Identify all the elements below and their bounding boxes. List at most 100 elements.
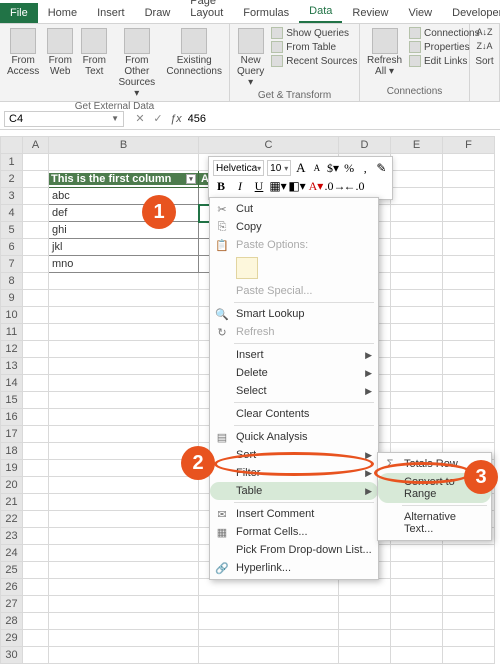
- sort-az-button[interactable]: A↓Z: [474, 26, 494, 38]
- existing-connections-button[interactable]: Existing Connections: [163, 26, 225, 79]
- row-header[interactable]: 9: [1, 290, 23, 307]
- cell[interactable]: [23, 154, 49, 171]
- cell[interactable]: [443, 613, 495, 630]
- cell[interactable]: [23, 562, 49, 579]
- row-header[interactable]: 3: [1, 188, 23, 205]
- tab-developer[interactable]: Developer: [442, 3, 500, 23]
- cell[interactable]: [443, 545, 495, 562]
- cell[interactable]: [443, 307, 495, 324]
- select-all-corner[interactable]: [1, 137, 23, 154]
- row-header[interactable]: 14: [1, 375, 23, 392]
- cell[interactable]: [443, 154, 495, 171]
- cell[interactable]: [199, 647, 339, 664]
- tab-data[interactable]: Data: [299, 1, 342, 23]
- row-header[interactable]: 24: [1, 545, 23, 562]
- tab-formulas[interactable]: Formulas: [233, 3, 299, 23]
- format-painter-icon[interactable]: ✎: [375, 160, 388, 176]
- new-query-button[interactable]: New Query ▾: [234, 26, 267, 90]
- cell[interactable]: [443, 409, 495, 426]
- cell[interactable]: [391, 409, 443, 426]
- cell[interactable]: [391, 647, 443, 664]
- row-header[interactable]: 17: [1, 426, 23, 443]
- row-header[interactable]: 10: [1, 307, 23, 324]
- cell[interactable]: [49, 154, 199, 171]
- cell[interactable]: [443, 341, 495, 358]
- cell[interactable]: [391, 358, 443, 375]
- cell[interactable]: [49, 511, 199, 528]
- row-header[interactable]: 12: [1, 341, 23, 358]
- row-header[interactable]: 5: [1, 222, 23, 239]
- row-header[interactable]: 6: [1, 239, 23, 256]
- sort-za-button[interactable]: Z↓A: [474, 40, 494, 52]
- font-size-select[interactable]: 10▾: [267, 160, 291, 176]
- from-access-button[interactable]: From Access: [4, 26, 42, 79]
- cell[interactable]: [23, 375, 49, 392]
- cell[interactable]: [391, 375, 443, 392]
- col-header-c[interactable]: C: [199, 137, 339, 154]
- tab-file[interactable]: File: [0, 3, 38, 23]
- formula-input[interactable]: [182, 112, 500, 126]
- cell[interactable]: [23, 426, 49, 443]
- comma-format-button[interactable]: ,: [359, 160, 372, 176]
- cell[interactable]: [49, 324, 199, 341]
- ctx-table[interactable]: Table▶: [210, 482, 378, 500]
- cell[interactable]: [443, 188, 495, 205]
- recent-sources-button[interactable]: Recent Sources: [269, 54, 359, 68]
- cell[interactable]: [23, 545, 49, 562]
- cell[interactable]: [49, 341, 199, 358]
- cell[interactable]: [391, 562, 443, 579]
- cell[interactable]: [23, 511, 49, 528]
- row-header[interactable]: 4: [1, 205, 23, 222]
- cell[interactable]: [443, 205, 495, 222]
- row-header[interactable]: 11: [1, 324, 23, 341]
- cell[interactable]: [391, 426, 443, 443]
- cell[interactable]: [391, 307, 443, 324]
- row-header[interactable]: 13: [1, 358, 23, 375]
- cell[interactable]: [391, 171, 443, 188]
- ctx-copy[interactable]: ⎘Copy: [210, 218, 378, 236]
- row-header[interactable]: 7: [1, 256, 23, 273]
- cell[interactable]: [23, 409, 49, 426]
- col-header-d[interactable]: D: [339, 137, 391, 154]
- cell[interactable]: [443, 596, 495, 613]
- cell[interactable]: [443, 290, 495, 307]
- cell[interactable]: [23, 630, 49, 647]
- cell[interactable]: [391, 324, 443, 341]
- decrease-decimal-button[interactable]: ←.0: [346, 178, 362, 194]
- cell[interactable]: [443, 239, 495, 256]
- show-queries-button[interactable]: Show Queries: [269, 26, 359, 40]
- cell[interactable]: [339, 630, 391, 647]
- cell[interactable]: [23, 290, 49, 307]
- ctx-filter[interactable]: Filter▶: [210, 464, 378, 482]
- cell[interactable]: [391, 290, 443, 307]
- cell[interactable]: [49, 579, 199, 596]
- bold-button[interactable]: B: [213, 178, 229, 194]
- refresh-all-button[interactable]: Refresh All ▾: [364, 26, 405, 79]
- ctx-quick-analysis[interactable]: ▤Quick Analysis: [210, 428, 378, 446]
- cell[interactable]: [199, 613, 339, 630]
- font-select[interactable]: Helvetica▾: [213, 160, 264, 176]
- cell[interactable]: [23, 494, 49, 511]
- cell[interactable]: [339, 613, 391, 630]
- cell[interactable]: [443, 256, 495, 273]
- cell[interactable]: [23, 443, 49, 460]
- row-header[interactable]: 27: [1, 596, 23, 613]
- cell[interactable]: [23, 239, 49, 256]
- cell[interactable]: [23, 460, 49, 477]
- row-header[interactable]: 19: [1, 460, 23, 477]
- cell[interactable]: [49, 358, 199, 375]
- cell[interactable]: [443, 358, 495, 375]
- cell[interactable]: [23, 171, 49, 188]
- cell[interactable]: [339, 596, 391, 613]
- cell[interactable]: [23, 613, 49, 630]
- cell[interactable]: [23, 358, 49, 375]
- tab-view[interactable]: View: [398, 3, 442, 23]
- ctx-delete[interactable]: Delete▶: [210, 364, 378, 382]
- cell[interactable]: [49, 613, 199, 630]
- font-color-button[interactable]: A▾: [308, 178, 324, 194]
- cell[interactable]: [49, 392, 199, 409]
- cell[interactable]: [443, 222, 495, 239]
- underline-button[interactable]: U: [251, 178, 267, 194]
- decrease-font-icon[interactable]: A: [310, 160, 323, 176]
- cell[interactable]: [199, 579, 339, 596]
